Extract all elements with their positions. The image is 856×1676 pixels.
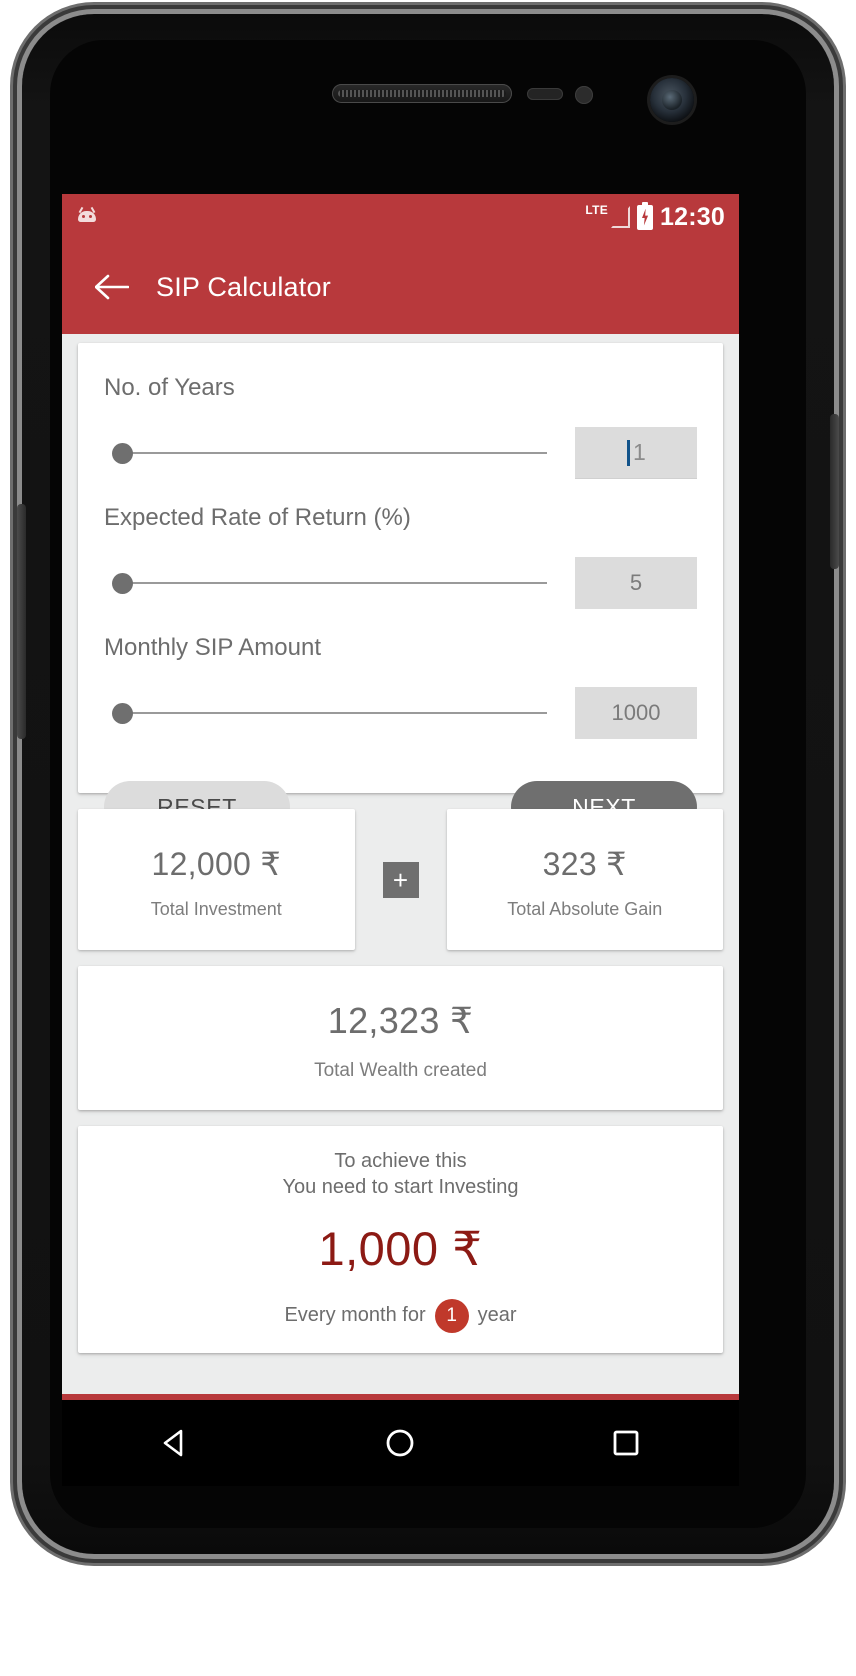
front-camera [650,78,694,122]
power-button[interactable] [830,414,839,569]
total-wealth-amount: 12,323 ₹ [327,1000,474,1041]
volume-rocker-button[interactable] [17,504,26,739]
rate-label: Expected Rate of Return (%) [104,504,411,531]
amount-slider-row: 1000 [104,671,697,755]
rate-slider-thumb[interactable] [112,573,133,594]
total-gain-card: 323 ₹ Total Absolute Gain [446,809,723,950]
earpiece-speaker [332,84,512,103]
nav-back-triangle-icon[interactable] [158,1426,192,1460]
signal-bars-icon [611,206,631,228]
years-input-value: 1 [633,439,646,465]
amount-input-value: 1000 [611,700,661,725]
years-label-row: No. of Years [104,365,697,411]
earpiece-mesh [338,90,506,97]
years-slider-thumb[interactable] [112,443,133,464]
app-bar: SIP Calculator [62,240,739,334]
total-gain-amount: 323 ₹ [542,846,627,882]
achieve-goal-card: To achieve this You need to start Invest… [78,1126,723,1353]
total-investment-card: 12,000 ₹ Total Investment [78,809,355,950]
year-count-badge: 1 [434,1298,469,1333]
amount-label: Monthly SIP Amount [104,634,322,661]
rate-input[interactable]: 5 [575,557,697,609]
plus-separator: + [355,809,447,950]
total-investment-label: Total Investment [150,899,282,919]
years-slider[interactable] [104,433,575,473]
proximity-sensor [527,88,563,100]
amount-slider-thumb[interactable] [112,703,133,724]
years-slider-track [126,452,547,454]
status-bar: LTE 12:30 [62,194,739,240]
plus-icon: + [382,861,419,898]
status-bar-clock: 12:30 [660,202,725,231]
amount-input[interactable]: 1000 [575,687,697,739]
back-arrow-icon[interactable] [90,265,134,309]
years-slider-row: 1 [104,411,697,495]
total-wealth-card: 12,323 ₹ Total Wealth created [78,966,723,1110]
amount-slider-track [126,712,547,714]
android-navigation-bar [62,1400,739,1486]
total-gain-label: Total Absolute Gain [507,899,663,919]
text-caret [627,440,630,466]
amount-slider[interactable] [104,693,575,733]
light-sensor [575,86,593,104]
years-label: No. of Years [104,374,235,401]
achieve-amount: 1,000 ₹ [318,1221,483,1275]
summary-row: 12,000 ₹ Total Investment + 323 ₹ Total … [78,809,723,950]
lte-label: LTE [585,203,609,217]
years-input[interactable]: 1 [575,427,697,479]
achieve-footer-suffix: year [477,1304,517,1327]
rate-slider-row: 5 [104,541,697,625]
rate-slider-track [126,582,547,584]
battery-charging-icon [637,201,654,230]
amount-label-row: Monthly SIP Amount [104,625,697,671]
achieve-footer-prefix: Every month for [284,1304,426,1327]
status-bar-indicators: LTE 12:30 [585,201,725,232]
achieve-footer: Every month for 1 year [78,1298,723,1333]
front-camera-iris [662,90,682,110]
nav-home-circle-icon[interactable] [383,1426,417,1460]
nav-recents-square-icon[interactable] [609,1426,643,1460]
sip-input-card: No. of Years 1 Expected Rate of Return (… [78,343,723,833]
android-logo-icon [76,206,98,228]
main-content: No. of Years 1 Expected Rate of Return (… [62,334,739,1400]
rate-input-value: 5 [629,570,643,595]
achieve-line-1: To achieve this [334,1150,467,1172]
phone-screen: LTE 12:30 SIP Calculator No. of Years 1 … [62,194,739,1400]
page-title: SIP Calculator [156,271,331,302]
rate-slider[interactable] [104,563,575,603]
total-wealth-label: Total Wealth created [314,1060,487,1081]
rate-label-row: Expected Rate of Return (%) [104,495,697,541]
achieve-line-2: You need to start Investing [282,1176,519,1199]
total-investment-amount: 12,000 ₹ [151,846,282,882]
